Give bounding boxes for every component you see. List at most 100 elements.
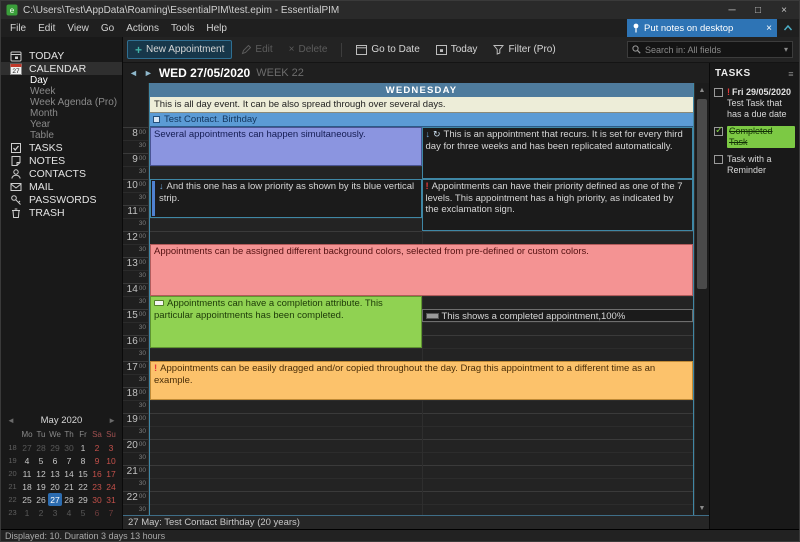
mini-calendar-day[interactable]: 19 [34,480,48,493]
next-day-icon[interactable]: ► [144,68,153,78]
sidebar-item-today[interactable]: TODAY [1,49,122,62]
scrollbar-track[interactable] [695,97,709,501]
search-dropdown-icon[interactable]: ▾ [784,45,788,54]
mini-calendar-day[interactable]: 13 [48,467,62,480]
sidebar-item-passwords[interactable]: PASSWORDS [1,193,122,206]
sidebar-item-tasks[interactable]: TASKS [1,141,122,154]
menu-tools[interactable]: Tools [165,21,200,36]
mini-calendar-day[interactable]: 3 [48,506,62,519]
mini-calendar-day[interactable]: 29 [48,441,62,454]
sidebar-view-year[interactable]: Year [1,119,122,130]
prev-day-icon[interactable]: ◄ [129,68,138,78]
mini-calendar-day[interactable]: 6 [48,454,62,467]
mini-calendar-day[interactable]: 27 [48,493,62,506]
mini-calendar-day[interactable]: 30 [90,493,104,506]
mini-calendar-day[interactable]: 7 [62,454,76,467]
sidebar-item-trash[interactable]: TRASH [1,206,122,219]
sidebar-item-contacts[interactable]: CONTACTS [1,167,122,180]
edit-button[interactable]: Edit [234,41,279,58]
mini-calendar-day[interactable]: 22 [76,480,90,493]
appointment[interactable]: Several appointments can happen simultan… [150,127,422,166]
mini-calendar-day[interactable]: 28 [62,493,76,506]
mini-calendar-day[interactable]: 1 [76,441,90,454]
task-checkbox[interactable] [714,155,723,164]
banner-close-icon[interactable]: × [766,23,772,34]
menu-actions[interactable]: Actions [120,21,165,36]
mini-calendar-day[interactable]: 4 [62,506,76,519]
mini-calendar-day[interactable]: 15 [76,467,90,480]
mini-calendar-day[interactable]: 30 [62,441,76,454]
mini-calendar-day[interactable]: 5 [34,454,48,467]
mini-calendar-day[interactable]: 11 [20,467,34,480]
task-checkbox[interactable] [714,127,723,136]
mini-calendar-day[interactable]: 29 [76,493,90,506]
mini-calendar-day[interactable]: 16 [90,467,104,480]
mini-calendar-day[interactable]: 9 [90,454,104,467]
collapse-banner-button[interactable] [777,19,799,37]
mini-calendar-day[interactable]: 28 [34,441,48,454]
all-day-event[interactable]: This is all day event. It can be also sp… [150,97,693,113]
scrollbar-thumb[interactable] [697,99,707,289]
search-box[interactable]: ▾ [627,41,793,58]
mini-calendar-day[interactable]: 5 [76,506,90,519]
notes-banner[interactable]: Put notes on desktop × [627,19,777,37]
mini-calendar-day[interactable]: 14 [62,467,76,480]
menu-help[interactable]: Help [200,21,233,36]
mini-calendar-day[interactable]: 25 [20,493,34,506]
mini-calendar-day[interactable]: 23 [90,480,104,493]
mini-calendar-day[interactable]: 31 [104,493,118,506]
new-appointment-button[interactable]: + New Appointment [127,40,232,59]
appointment[interactable]: Appointments can be assigned different b… [150,244,693,296]
today-button[interactable]: Today [429,41,485,58]
appointment[interactable]: Appointments can have a completion attri… [150,296,422,348]
sidebar-view-day[interactable]: Day [1,75,122,86]
sidebar-item-calendar[interactable]: 27CALENDAR [1,62,122,75]
sidebar-view-week-agenda-pro-[interactable]: Week Agenda (Pro) [1,97,122,108]
maximize-button[interactable]: □ [745,2,771,19]
scroll-up-icon[interactable]: ▲ [695,83,709,97]
vertical-scrollbar[interactable]: ▲ ▼ [694,83,709,515]
delete-button[interactable]: × Delete [282,41,335,58]
menu-go[interactable]: Go [95,21,120,36]
mini-calendar-day[interactable]: 21 [62,480,76,493]
scroll-down-icon[interactable]: ▼ [695,501,709,515]
minimize-button[interactable]: ─ [719,2,745,19]
birthday-event[interactable]: Test Contact. Birthday [150,113,693,127]
mini-calendar-day[interactable]: 12 [34,467,48,480]
sidebar-view-month[interactable]: Month [1,108,122,119]
mini-calendar-day[interactable]: 24 [104,480,118,493]
tasks-menu-icon[interactable]: ≡ [788,69,794,79]
sidebar-view-table[interactable]: Table [1,130,122,141]
mini-calendar-day[interactable]: 4 [20,454,34,467]
menu-edit[interactable]: Edit [32,21,61,36]
mini-calendar-day[interactable]: 2 [34,506,48,519]
mini-calendar-day[interactable]: 8 [76,454,90,467]
sidebar-item-notes[interactable]: NOTES [1,154,122,167]
appointment[interactable]: !Appointments can have their priority de… [422,179,694,231]
mini-calendar-prev-icon[interactable]: ◄ [7,416,15,425]
day-grid[interactable]: Several appointments can happen simultan… [150,127,693,515]
appointment[interactable]: ↓And this one has a low priority as show… [150,179,422,218]
task-item[interactable]: Completed Task [713,124,796,152]
mini-calendar-day[interactable]: 2 [90,441,104,454]
mini-calendar-day[interactable]: 10 [104,454,118,467]
appointment[interactable]: This shows a completed appointment,100% [422,309,694,322]
task-checkbox[interactable] [714,88,723,97]
mini-calendar-day[interactable]: 3 [104,441,118,454]
menu-view[interactable]: View [61,21,95,36]
search-input[interactable] [645,45,780,55]
mini-calendar-day[interactable]: 20 [48,480,62,493]
go-to-date-button[interactable]: Go to Date [349,41,426,58]
menu-file[interactable]: File [4,21,32,36]
mini-calendar-next-icon[interactable]: ► [108,416,116,425]
task-item[interactable]: !Fri 29/05/2020Test Task that has a due … [713,85,796,124]
filter-button[interactable]: Filter (Pro) [486,41,562,58]
close-button[interactable]: × [771,2,797,19]
mini-calendar-day[interactable]: 18 [20,480,34,493]
appointment[interactable]: ↓↻This is an appointment that recurs. It… [422,127,694,179]
mini-calendar-day[interactable]: 27 [20,441,34,454]
mini-calendar-day[interactable]: 26 [34,493,48,506]
mini-calendar-day[interactable]: 1 [20,506,34,519]
sidebar-view-week[interactable]: Week [1,86,122,97]
sidebar-item-mail[interactable]: MAIL [1,180,122,193]
